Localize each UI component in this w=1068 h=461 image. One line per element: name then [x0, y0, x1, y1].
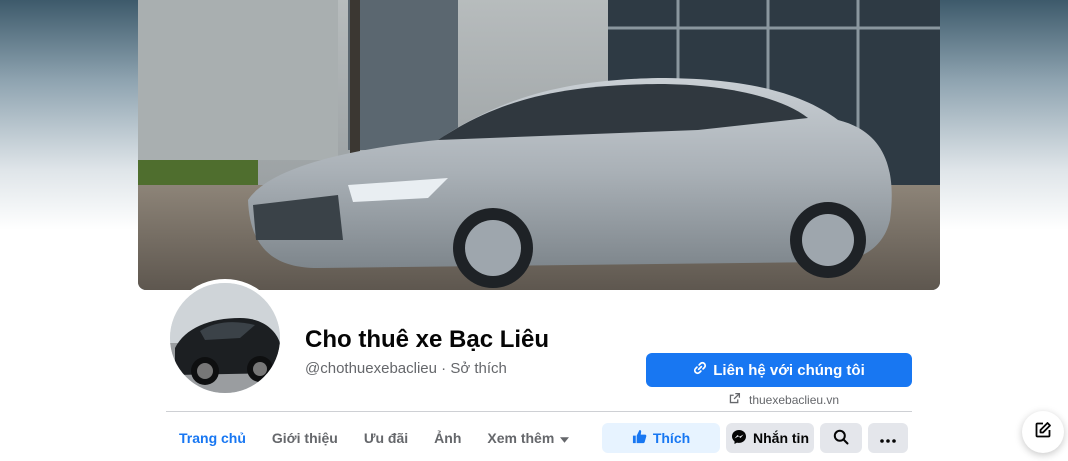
more-icon [880, 430, 896, 446]
page-actions: Thích Nhắn tin [602, 423, 908, 453]
more-button[interactable] [868, 423, 908, 453]
search-icon [833, 429, 849, 448]
tab-see-more[interactable]: Xem thêm [474, 422, 582, 454]
message-button[interactable]: Nhắn tin [726, 423, 814, 453]
messenger-icon [731, 429, 747, 448]
external-link-icon [728, 392, 741, 408]
website-link[interactable]: thuexebaclieu.vn [728, 392, 839, 408]
page-title: Cho thuê xe Bạc Liêu [305, 326, 550, 353]
compose-icon [1034, 421, 1052, 444]
divider [166, 411, 912, 412]
tab-photos[interactable]: Ảnh [421, 422, 474, 454]
contact-us-label: Liên hệ với chúng tôi [713, 361, 865, 379]
compose-message-button[interactable] [1022, 411, 1064, 453]
contact-us-button[interactable]: Liên hệ với chúng tôi [646, 353, 912, 387]
like-label: Thích [652, 430, 691, 446]
like-icon [632, 429, 647, 447]
profile-picture[interactable] [166, 279, 284, 397]
profile-image [170, 283, 280, 393]
page-username-category: @chothuexebaclieu · Sở thích [305, 360, 507, 377]
cover-image [138, 0, 940, 290]
tab-home[interactable]: Trang chủ [166, 422, 259, 454]
tab-about[interactable]: Giới thiệu [259, 422, 351, 454]
message-label: Nhắn tin [753, 430, 809, 446]
page-nav-tabs: Trang chủ Giới thiệu Ưu đãi Ảnh Xem thêm [166, 422, 582, 454]
search-button[interactable] [820, 423, 862, 453]
tab-offers[interactable]: Ưu đãi [351, 422, 421, 454]
website-url: thuexebaclieu.vn [749, 393, 840, 407]
see-more-label: Xem thêm [487, 430, 555, 446]
cover-photo[interactable] [138, 0, 940, 290]
like-button[interactable]: Thích [602, 423, 720, 453]
link-icon [693, 361, 707, 379]
caret-down-icon [560, 430, 570, 446]
